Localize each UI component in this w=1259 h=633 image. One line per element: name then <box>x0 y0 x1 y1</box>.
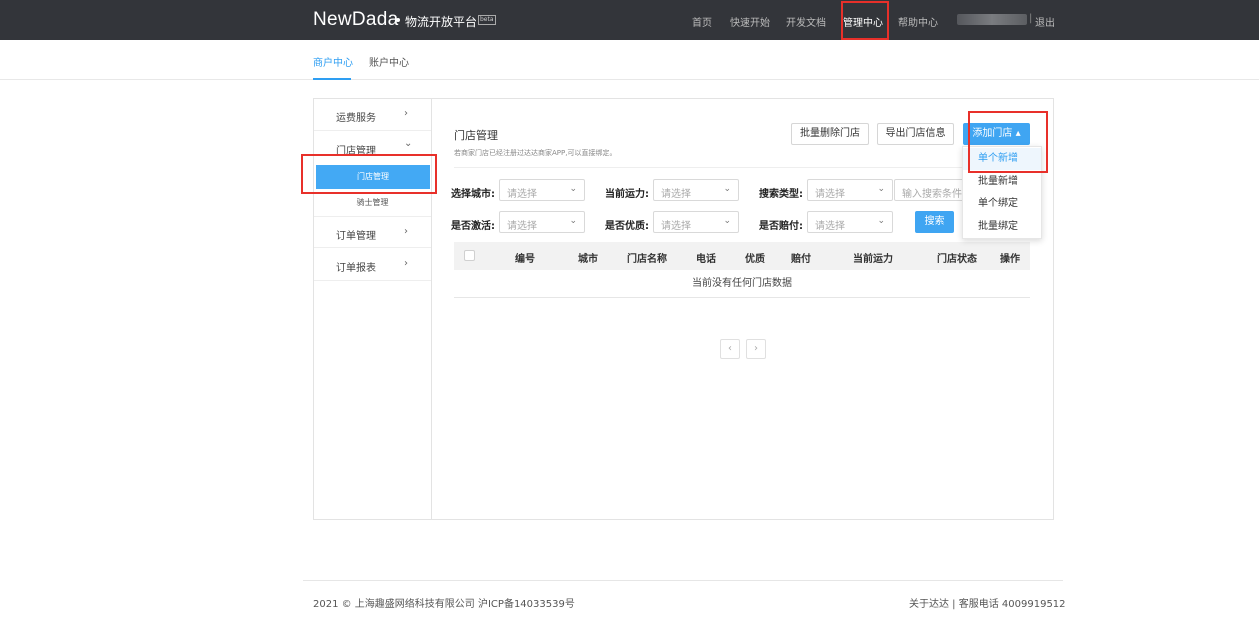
nav-admin-center[interactable]: 管理中心 <box>843 14 883 29</box>
sidebar-item-label: 订单管理 <box>336 231 376 242</box>
logout-link[interactable]: 退出 <box>1035 14 1055 29</box>
select-placeholder: 请选择 <box>815 221 845 232</box>
select-placeholder: 请选择 <box>661 189 691 200</box>
chevron-right-icon: › <box>404 258 408 269</box>
column-header-quality[interactable]: 优质 <box>745 250 765 265</box>
sidebar-subitem-store-management[interactable]: 门店管理 <box>316 165 430 189</box>
sidebar-subitem-rider-management[interactable]: 骑士管理 <box>314 191 431 215</box>
column-header-phone[interactable]: 电话 <box>696 250 716 265</box>
select-placeholder: 请选择 <box>507 221 537 232</box>
chevron-down-icon: ⌄ <box>723 216 731 226</box>
compensation-select[interactable]: 请选择 ⌄ <box>807 211 893 233</box>
footer-divider <box>303 580 1063 581</box>
beta-badge: beta <box>478 15 496 25</box>
separator: | <box>1029 13 1033 24</box>
prev-page-button[interactable]: ‹ <box>720 339 740 359</box>
select-placeholder: 请选择 <box>815 189 845 200</box>
city-label: 选择城市: <box>451 189 495 200</box>
brand-logo[interactable]: NewDada <box>313 9 399 31</box>
content-area: 门店管理 若商家门店已经注册过达达商家APP,可以直接绑定。 批量删除门店 导出… <box>433 99 1053 519</box>
tab-account-center[interactable]: 账户中心 <box>369 54 409 69</box>
footer-copyright: 2021 © 上海趣盛网络科技有限公司 沪ICP备14033539号 <box>313 599 575 610</box>
sidebar-item-label: 运费服务 <box>336 113 376 124</box>
nav-home[interactable]: 首页 <box>692 14 712 29</box>
column-header-city[interactable]: 城市 <box>578 250 598 265</box>
sub-tabs: 商户中心 账户中心 <box>0 40 1259 80</box>
select-all-checkbox[interactable] <box>464 250 475 261</box>
footer-contact[interactable]: 关于达达 | 客服电话 4009919512 <box>909 595 1066 610</box>
column-header-capacity[interactable]: 当前运力 <box>853 250 893 265</box>
username-blurred[interactable] <box>957 14 1027 25</box>
capacity-label: 当前运力: <box>605 189 649 200</box>
page-title: 门店管理 <box>454 129 498 142</box>
city-select[interactable]: 请选择 ⌄ <box>499 179 585 201</box>
dropdown-item-single-add[interactable]: 单个新增 <box>963 148 1041 170</box>
active-select[interactable]: 请选择 ⌄ <box>499 211 585 233</box>
quality-select[interactable]: 请选择 ⌄ <box>653 211 739 233</box>
search-type-label: 搜索类型: <box>759 189 803 200</box>
page-hint: 若商家门店已经注册过达达商家APP,可以直接绑定。 <box>454 149 617 157</box>
chevron-down-icon: ⌄ <box>404 138 413 149</box>
brand-dot <box>396 18 400 22</box>
column-header-compensation[interactable]: 赔付 <box>791 250 811 265</box>
compensation-label: 是否赔付: <box>759 221 803 232</box>
select-placeholder: 请选择 <box>661 221 691 232</box>
select-placeholder: 请选择 <box>507 189 537 200</box>
chevron-right-icon: › <box>404 108 408 119</box>
chevron-down-icon: ⌄ <box>877 184 885 194</box>
quality-label: 是否优质: <box>605 221 649 232</box>
chevron-right-icon: › <box>404 226 408 237</box>
search-button[interactable]: 搜索 <box>915 211 954 233</box>
search-placeholder: 输入搜索条件 <box>902 189 962 200</box>
dropdown-item-single-bind[interactable]: 单个绑定 <box>963 193 1041 215</box>
capacity-select[interactable]: 请选择 ⌄ <box>653 179 739 201</box>
add-store-button[interactable]: 添加门店 ▴ <box>963 123 1030 145</box>
main-panel: 运费服务 › 门店管理 ⌄ 门店管理 骑士管理 订单管理 › 订单报表 › 门店… <box>313 98 1054 520</box>
sidebar-item-order-report[interactable]: 订单报表 › <box>314 249 431 281</box>
sidebar-item-label: 门店管理 <box>336 146 376 157</box>
brand-subtitle: 物流开放平台 <box>405 15 478 29</box>
nav-quickstart[interactable]: 快速开始 <box>730 14 770 29</box>
sidebar-item-freight[interactable]: 运费服务 › <box>314 99 431 131</box>
divider <box>454 167 1032 168</box>
nav-docs[interactable]: 开发文档 <box>786 14 826 29</box>
active-label: 是否激活: <box>451 221 495 232</box>
search-type-select[interactable]: 请选择 ⌄ <box>807 179 893 201</box>
top-navbar: NewDada 物流开放平台 beta 首页 快速开始 开发文档 管理中心 帮助… <box>0 0 1259 40</box>
sidebar: 运费服务 › 门店管理 ⌄ 门店管理 骑士管理 订单管理 › 订单报表 › <box>314 99 432 519</box>
table-header: 编号 城市 门店名称 电话 优质 赔付 当前运力 门店状态 操作 <box>454 242 1030 270</box>
export-button[interactable]: 导出门店信息 <box>877 123 954 145</box>
chevron-down-icon: ⌄ <box>569 184 577 194</box>
sidebar-item-order-management[interactable]: 订单管理 › <box>314 216 431 248</box>
column-header-store-name[interactable]: 门店名称 <box>627 250 667 265</box>
tab-merchant-center[interactable]: 商户中心 <box>313 54 353 69</box>
chevron-down-icon: ⌄ <box>569 216 577 226</box>
dropdown-item-batch-bind[interactable]: 批量绑定 <box>963 216 1041 238</box>
active-tab-indicator <box>313 78 351 80</box>
batch-delete-button[interactable]: 批量删除门店 <box>791 123 869 145</box>
nav-help-center[interactable]: 帮助中心 <box>898 14 938 29</box>
empty-table-message: 当前没有任何门店数据 <box>454 270 1030 298</box>
column-header-actions[interactable]: 操作 <box>1000 250 1020 265</box>
dropdown-item-batch-add[interactable]: 批量新增 <box>963 171 1041 193</box>
next-page-button[interactable]: › <box>746 339 766 359</box>
chevron-down-icon: ⌄ <box>723 184 731 194</box>
sidebar-item-label: 订单报表 <box>336 263 376 274</box>
sidebar-item-store-management[interactable]: 门店管理 ⌄ <box>314 132 431 164</box>
chevron-down-icon: ⌄ <box>877 216 885 226</box>
column-header-status[interactable]: 门店状态 <box>937 250 977 265</box>
add-store-dropdown: 单个新增 批量新增 单个绑定 批量绑定 <box>962 146 1042 239</box>
column-header-id[interactable]: 编号 <box>515 250 535 265</box>
search-input[interactable]: 输入搜索条件 <box>894 179 964 201</box>
